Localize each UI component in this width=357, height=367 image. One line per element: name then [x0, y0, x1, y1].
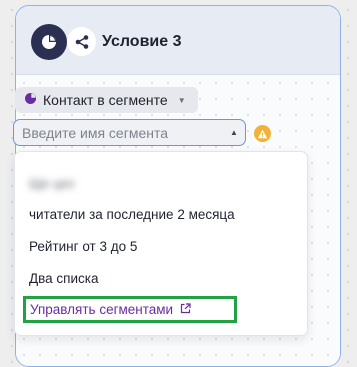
share-nodes-icon[interactable] — [67, 27, 96, 56]
segment-option-blurred[interactable]: Ще цез — [29, 176, 74, 191]
manage-segments-link[interactable]: Управлять сегментами — [23, 296, 237, 323]
condition-header: Условие 3 — [16, 6, 340, 75]
external-link-icon — [180, 302, 191, 317]
segment-option[interactable]: Рейтинг от 3 до 5 — [29, 239, 137, 254]
pie-chart-icon — [31, 24, 67, 60]
chevron-down-icon: ▼ — [177, 95, 186, 105]
condition-type-select[interactable]: Контакт в сегменте ▼ — [15, 87, 198, 113]
warning-icon — [254, 125, 271, 142]
manage-segments-label: Управлять сегментами — [30, 302, 174, 317]
segment-option[interactable]: читатели за последние 2 месяца — [29, 207, 235, 222]
chevron-up-icon[interactable]: ▲ — [230, 128, 238, 137]
pie-chart-icon — [24, 92, 37, 108]
condition-title: Условие 3 — [102, 33, 182, 50]
segment-option[interactable]: Два списка — [29, 271, 98, 286]
condition-type-label: Контакт в сегменте — [43, 92, 168, 108]
segment-name-input[interactable] — [13, 119, 246, 146]
